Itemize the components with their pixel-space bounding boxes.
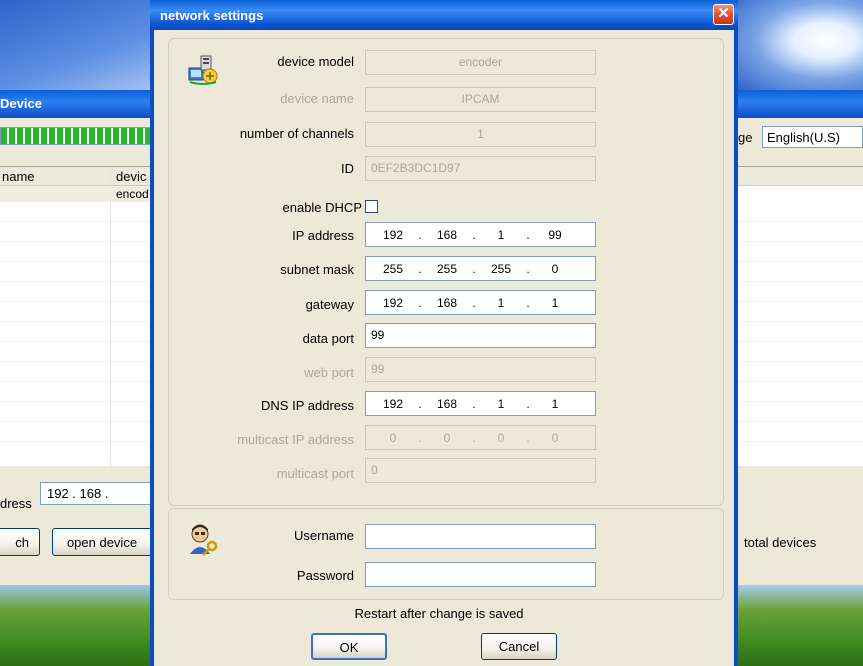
ip-octet[interactable]: 255 bbox=[371, 262, 415, 276]
column-separator bbox=[110, 167, 111, 467]
device-model-label: device model bbox=[277, 54, 354, 69]
gateway-label: gateway bbox=[305, 297, 354, 312]
dialog-body: device model encoder device name IPCAM n… bbox=[154, 30, 734, 666]
desktop-sky-right bbox=[736, 0, 863, 90]
column-header-name[interactable]: name bbox=[2, 169, 35, 184]
desktop-sky-left bbox=[0, 0, 160, 90]
data-port-label: data port bbox=[302, 331, 354, 346]
ip-octet[interactable]: 99 bbox=[533, 228, 577, 242]
ip-dot: . bbox=[472, 227, 476, 242]
restart-note: Restart after change is saved bbox=[354, 606, 524, 621]
language-select[interactable]: English(U.S) bbox=[762, 126, 863, 148]
table-cell-device: encod bbox=[116, 187, 149, 201]
table-row[interactable]: encod bbox=[0, 186, 160, 202]
ip-dot: . bbox=[418, 261, 422, 276]
desktop-grass-left bbox=[0, 585, 160, 666]
background-window-title: Device bbox=[0, 96, 42, 111]
ip-octet[interactable]: 1 bbox=[479, 296, 523, 310]
search-button[interactable]: ch bbox=[0, 528, 40, 556]
gateway-field[interactable]: 192. 168. 1. 1 bbox=[365, 290, 596, 315]
language-label: ge bbox=[738, 130, 753, 145]
dns-ip-address-label: DNS IP address bbox=[261, 398, 354, 413]
ip-dot: . bbox=[418, 396, 422, 411]
ip-dot: . bbox=[472, 396, 476, 411]
multicast-ip-address-label: multicast IP address bbox=[237, 432, 354, 447]
ip-octet[interactable]: 1 bbox=[479, 228, 523, 242]
ip-dot: . bbox=[526, 396, 530, 411]
ip-octet[interactable]: 168 bbox=[425, 296, 469, 310]
ip-octet[interactable]: 255 bbox=[425, 262, 469, 276]
ip-dot: . bbox=[418, 295, 422, 310]
ip-octet: 0 bbox=[497, 430, 505, 445]
password-label: Password bbox=[296, 568, 354, 583]
ip-octet[interactable]: 1 bbox=[533, 296, 577, 310]
ip-octet[interactable]: 168 bbox=[425, 397, 469, 411]
ip-address-label: IP address bbox=[292, 228, 354, 243]
ip-octet: 0 bbox=[389, 430, 397, 445]
column-header-device[interactable]: devic bbox=[116, 169, 146, 184]
ip-octet[interactable]: 1 bbox=[479, 397, 523, 411]
username-label: Username bbox=[294, 528, 354, 543]
ip-dot: . bbox=[526, 295, 530, 310]
multicast-port-field: 0 bbox=[365, 458, 596, 483]
progress-fill bbox=[1, 128, 159, 144]
address-label: dress bbox=[0, 496, 32, 511]
ip-octet[interactable]: 192 bbox=[371, 296, 415, 310]
ip-dot: . bbox=[418, 430, 422, 445]
total-devices-label: total devices bbox=[744, 535, 817, 550]
number-of-channels-label: number of channels bbox=[239, 126, 354, 141]
ip-octet[interactable]: 1 bbox=[533, 397, 577, 411]
ip-octet[interactable]: 255 bbox=[479, 262, 523, 276]
data-port-field[interactable]: 99 bbox=[365, 323, 596, 348]
password-input[interactable] bbox=[365, 562, 596, 587]
open-device-button[interactable]: open device bbox=[52, 528, 152, 556]
device-name-field: IPCAM bbox=[365, 87, 596, 112]
ip-octet[interactable]: 0 bbox=[533, 262, 577, 276]
close-button[interactable]: ✕ bbox=[713, 4, 734, 25]
ip-dot: . bbox=[472, 295, 476, 310]
ip-dot: . bbox=[526, 227, 530, 242]
cancel-button[interactable]: Cancel bbox=[481, 633, 557, 660]
ip-octet: 0 bbox=[443, 430, 451, 445]
ip-dot: . bbox=[472, 261, 476, 276]
ip-octet[interactable]: 192 bbox=[371, 397, 415, 411]
multicast-port-label: multicast port bbox=[276, 466, 354, 481]
ip-address-field[interactable]: 192. 168. 1. 99 bbox=[365, 222, 596, 247]
dns-ip-address-field[interactable]: 192. 168. 1. 1 bbox=[365, 391, 596, 416]
dialog-title: network settings bbox=[160, 8, 264, 23]
ip-octet[interactable]: 192 bbox=[371, 228, 415, 242]
ip-dot: . bbox=[526, 261, 530, 276]
enable-dhcp-checkbox[interactable] bbox=[365, 200, 378, 213]
username-input[interactable] bbox=[365, 524, 596, 549]
address-input[interactable]: 192 . 168 . bbox=[40, 482, 160, 505]
subnet-mask-label: subnet mask bbox=[280, 262, 354, 277]
enable-dhcp-label: enable DHCP bbox=[282, 200, 363, 215]
device-list-header-right bbox=[736, 167, 863, 186]
id-field: 0EF2B3DC1D97 bbox=[365, 156, 596, 181]
ip-octet[interactable]: 168 bbox=[425, 228, 469, 242]
number-of-channels-field: 1 bbox=[365, 122, 596, 147]
id-label: ID bbox=[341, 161, 354, 176]
dialog-titlebar[interactable]: network settings ✕ bbox=[150, 0, 738, 30]
multicast-ip-address-field: 0. 0. 0. 0 bbox=[365, 425, 596, 450]
ip-dot: . bbox=[418, 227, 422, 242]
ip-octet: 0 bbox=[551, 430, 559, 445]
ip-dot: . bbox=[472, 430, 476, 445]
ip-dot: . bbox=[526, 430, 530, 445]
web-port-label: web port bbox=[304, 365, 354, 380]
device-name-label: device name bbox=[280, 91, 354, 106]
device-model-field: encoder bbox=[365, 50, 596, 75]
subnet-mask-field[interactable]: 255. 255. 255. 0 bbox=[365, 256, 596, 281]
search-progress-bar bbox=[0, 127, 160, 145]
close-icon: ✕ bbox=[717, 5, 730, 22]
network-settings-dialog: network settings ✕ device model encoder … bbox=[150, 0, 738, 666]
desktop-grass-right bbox=[736, 585, 863, 666]
ok-button[interactable]: OK bbox=[311, 633, 387, 660]
web-port-field: 99 bbox=[365, 357, 596, 382]
